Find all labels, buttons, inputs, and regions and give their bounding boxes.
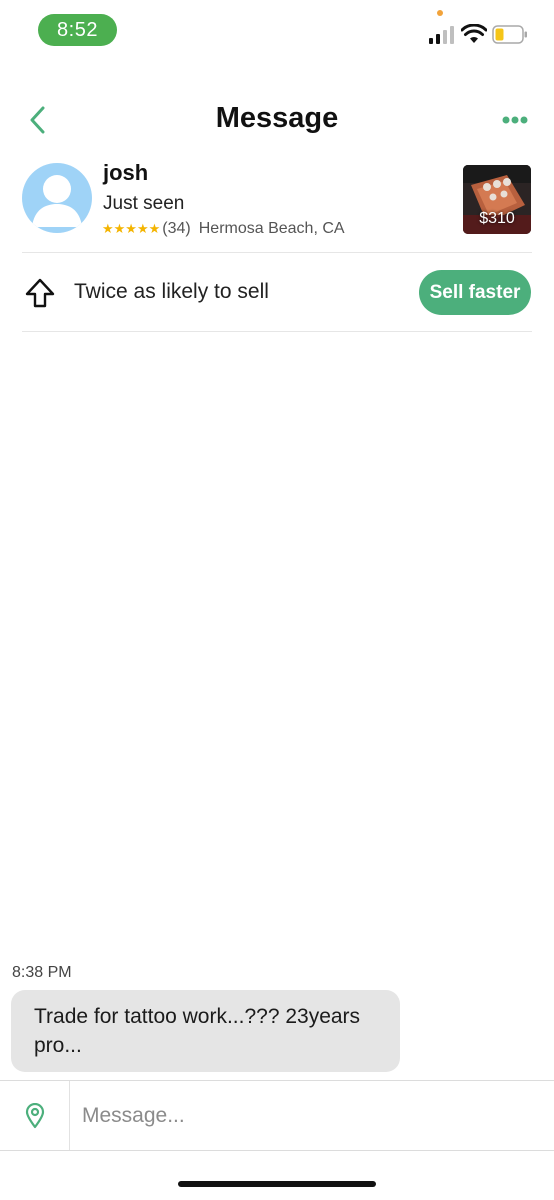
status-bar: 8:52: [0, 0, 554, 60]
rating-count: (34): [162, 220, 191, 237]
product-thumbnail[interactable]: $310: [463, 165, 531, 234]
seller-location: Hermosa Beach, CA: [198, 220, 345, 237]
header: Message: [0, 90, 554, 150]
received-message-bubble[interactable]: Trade for tattoo work...??? 23years pro.…: [11, 990, 400, 1072]
seller-info: josh Just seen ★★★★★ (34) Hermosa Beach,…: [22, 158, 532, 252]
rating-stars: ★★★★★: [102, 221, 161, 236]
location-pin-icon: [25, 1102, 44, 1128]
message-input[interactable]: [70, 1081, 552, 1150]
message-composer: [0, 1080, 554, 1151]
divider: [22, 252, 532, 253]
battery-icon: [492, 25, 527, 44]
arrow-up-outline-icon: [25, 278, 55, 308]
seller-status: Just seen: [103, 193, 185, 214]
divider: [22, 331, 532, 332]
message-timestamp: 8:38 PM: [12, 964, 72, 981]
avatar[interactable]: [22, 163, 92, 233]
promo-row: Twice as likely to sell Sell faster: [22, 254, 532, 332]
status-time: 8:52: [38, 14, 117, 46]
privacy-indicator-dot: [437, 10, 443, 16]
signal-icon: [429, 26, 454, 44]
share-location-button[interactable]: [0, 1081, 70, 1150]
wifi-icon: [461, 24, 487, 43]
home-indicator[interactable]: [178, 1181, 376, 1187]
page-title: Message: [215, 102, 339, 134]
more-dots-icon: [502, 116, 528, 124]
more-options-button[interactable]: [498, 108, 532, 132]
user-silhouette-icon: [32, 175, 82, 227]
seller-name[interactable]: josh: [103, 160, 148, 186]
product-price: $310: [479, 210, 515, 227]
seller-meta: ★★★★★ (34) Hermosa Beach, CA: [102, 220, 345, 238]
sell-faster-button[interactable]: Sell faster: [419, 270, 531, 315]
promo-text: Twice as likely to sell: [74, 280, 269, 303]
